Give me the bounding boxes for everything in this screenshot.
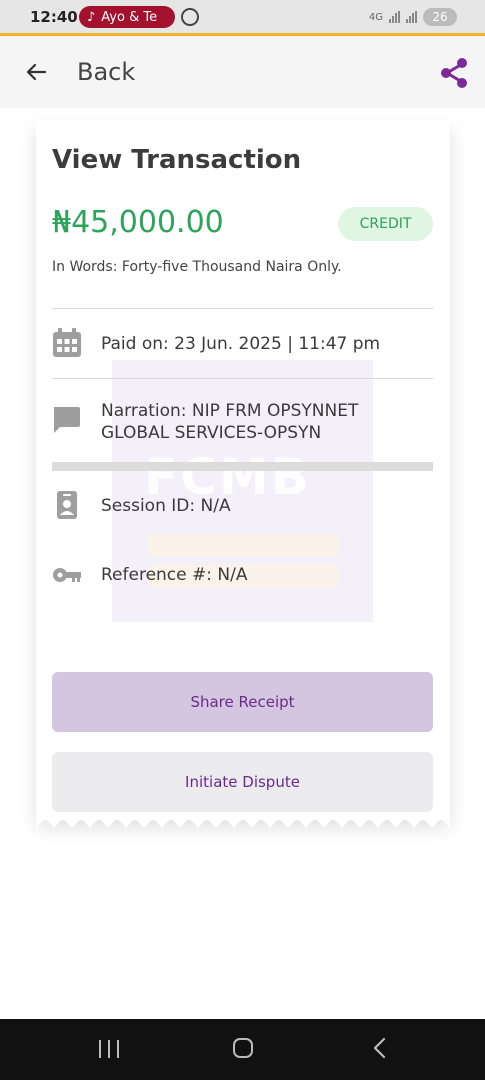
reference-text: Reference #: N/A	[101, 565, 248, 585]
amount-in-words: In Words: Forty-five Thousand Naira Only…	[52, 259, 342, 275]
receipt-zigzag-edge	[36, 816, 450, 828]
calendar-icon	[53, 328, 81, 357]
network-type: 4G	[368, 11, 383, 23]
status-time: 12:40	[30, 8, 78, 26]
signal-icon	[389, 11, 400, 23]
section-divider	[52, 462, 433, 471]
id-badge-icon	[57, 491, 77, 519]
watermark-stripe	[148, 534, 338, 556]
arrow-left-icon[interactable]	[24, 60, 48, 84]
signal-icon-2	[406, 11, 417, 23]
share-receipt-button[interactable]: Share Receipt	[52, 672, 433, 732]
page-title: View Transaction	[52, 145, 302, 175]
session-id-text: Session ID: N/A	[101, 496, 231, 516]
nav-back-icon[interactable]	[370, 1037, 390, 1059]
narration-line-1: Narration: NIP FRM OPSYNNET	[101, 401, 359, 421]
home-icon[interactable]	[233, 1038, 253, 1058]
app-bar: Back	[0, 36, 485, 108]
back-button[interactable]: Back	[77, 58, 135, 86]
music-note-icon: ♪	[87, 9, 96, 25]
notification-pill[interactable]: ♪ Ayo & Te	[79, 6, 175, 28]
status-bar: 12:40 ♪ Ayo & Te 4G 26	[0, 0, 485, 34]
narration-line-2: GLOBAL SERVICES-OPSYN	[101, 423, 322, 443]
whatsapp-icon	[181, 8, 199, 26]
battery-icon: 26	[423, 8, 457, 26]
transaction-type-badge: CREDIT	[338, 207, 433, 241]
key-icon	[53, 568, 81, 582]
narration-text: Narration: NIP FRM OPSYNNET GLOBAL SERVI…	[101, 400, 358, 444]
paid-on-text: Paid on: 23 Jun. 2025 | 11:47 pm	[101, 334, 381, 354]
transaction-amount: ₦45,000.00	[52, 205, 224, 240]
divider	[52, 308, 433, 309]
divider	[52, 378, 433, 379]
initiate-dispute-button[interactable]: Initiate Dispute	[52, 752, 433, 812]
share-icon[interactable]	[437, 56, 471, 90]
status-right: 4G 26	[369, 8, 457, 26]
notification-text: Ayo & Te	[101, 9, 158, 25]
comment-icon	[54, 407, 80, 433]
battery-level: 26	[432, 10, 448, 24]
recent-apps-icon[interactable]	[99, 1040, 119, 1058]
